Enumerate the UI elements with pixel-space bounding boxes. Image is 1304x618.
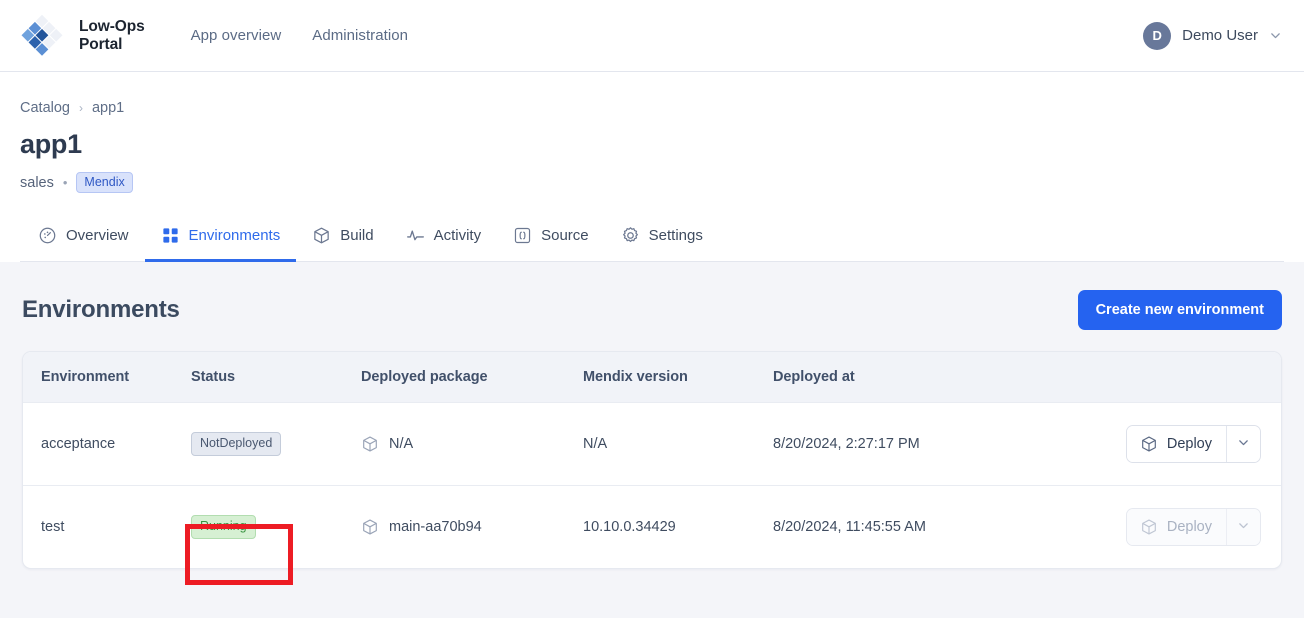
cell-mendix-version: 10.10.0.34429 [583, 485, 773, 568]
tab-environments[interactable]: Environments [144, 216, 297, 262]
deploy-button-group[interactable]: Deploy [1125, 425, 1261, 463]
cell-status: Running [191, 485, 361, 568]
tab-build[interactable]: Build [296, 216, 389, 262]
column-header-mendix-version: Mendix version [583, 369, 688, 385]
deploy-button-label: Deploy [1166, 436, 1212, 452]
tab-overview[interactable]: Overview [22, 216, 145, 262]
page-root: Low-Ops Portal App overview Administratio… [0, 0, 1304, 618]
nav-link-administration[interactable]: Administration [312, 27, 408, 44]
cell-actions: Deploy [1073, 485, 1281, 568]
environments-table: Environment Status Deployed package Mend… [23, 352, 1281, 568]
section-title: Environments [22, 296, 180, 323]
tab-build-label: Build [340, 227, 374, 244]
tab-environments-label: Environments [188, 227, 281, 244]
table-body: acceptance NotDeployed N/A N/A 8/20/2024… [23, 402, 1281, 568]
column-header-actions [1073, 352, 1281, 403]
table-header: Environment Status Deployed package Mend… [23, 352, 1281, 403]
nav-link-app-overview[interactable]: App overview [191, 27, 282, 44]
app-tabs: Overview Environments Build Activity Sou… [20, 216, 1284, 262]
tab-activity[interactable]: Activity [390, 216, 498, 262]
column-header-status: Status [191, 369, 236, 385]
top-navigation-bar: Low-Ops Portal App overview Administratio… [0, 0, 1304, 72]
cell-deployed-at: 8/20/2024, 2:27:17 PM [773, 402, 1073, 486]
chevron-down-icon [1237, 519, 1250, 536]
top-nav-links: App overview Administration [191, 27, 408, 44]
avatar: D [1143, 21, 1172, 50]
cell-deployed-package: N/A [361, 402, 583, 486]
package-icon [361, 518, 379, 536]
gauge-icon [38, 226, 57, 245]
package-icon [1140, 518, 1158, 536]
dot-separator: • [62, 175, 68, 190]
breadcrumb-catalog[interactable]: Catalog [20, 100, 70, 116]
brand-name: Low-Ops Portal [79, 18, 145, 54]
chevron-down-icon [1269, 29, 1282, 42]
tab-source-label: Source [541, 227, 589, 244]
breadcrumb-separator-icon: › [78, 101, 83, 115]
chevron-down-icon [1237, 436, 1250, 453]
deploy-button-label: Deploy [1166, 519, 1212, 535]
pulse-icon [406, 226, 425, 245]
tab-settings-label: Settings [648, 227, 703, 244]
gear-icon [621, 226, 640, 245]
grid-icon [161, 226, 180, 245]
package-icon [361, 435, 379, 453]
package-icon [1140, 435, 1158, 453]
cell-deployed-package: main-aa70b94 [361, 485, 583, 568]
table-row[interactable]: test Running main-aa70b94 10.10.0.34429 … [23, 485, 1281, 568]
deploy-dropdown-toggle[interactable] [1226, 426, 1260, 462]
brand-line-2: Portal [79, 35, 123, 53]
tab-activity-label: Activity [433, 227, 482, 244]
page-title: app1 [20, 129, 82, 159]
cell-status: NotDeployed [191, 402, 361, 486]
tab-overview-label: Overview [66, 227, 129, 244]
environments-table-card: Environment Status Deployed package Mend… [22, 351, 1282, 569]
column-header-environment: Environment [41, 369, 130, 385]
section-header: Environments Create new environment [22, 290, 1282, 330]
page-header: Catalog › app1 app1 sales • Mendix Overv… [0, 72, 1304, 262]
diamond-grid-logo-icon [18, 12, 66, 60]
page-subline: sales • Mendix [20, 172, 1284, 193]
app-owner-label: sales [20, 174, 54, 191]
deploy-button: Deploy [1126, 509, 1226, 545]
user-menu[interactable]: D Demo User [1143, 21, 1282, 50]
table-header-row: Environment Status Deployed package Mend… [23, 352, 1281, 403]
cell-deployed-at: 8/20/2024, 11:45:55 AM [773, 485, 1073, 568]
code-brackets-icon [513, 226, 532, 245]
deploy-dropdown-toggle [1226, 509, 1260, 545]
breadcrumb: Catalog › app1 [20, 100, 1284, 116]
breadcrumb-current: app1 [91, 100, 125, 116]
create-new-environment-button[interactable]: Create new environment [1077, 290, 1282, 330]
package-icon [312, 226, 331, 245]
status-badge: NotDeployed [191, 431, 282, 457]
package-name-label: N/A [389, 436, 414, 452]
tab-settings[interactable]: Settings [605, 216, 719, 262]
brand-logo-group[interactable]: Low-Ops Portal [18, 12, 145, 60]
cell-environment-name: test [23, 485, 191, 568]
brand-line-1: Low-Ops [79, 17, 145, 35]
deploy-button-group: Deploy [1125, 508, 1261, 546]
package-name-label: main-aa70b94 [389, 519, 482, 535]
cell-mendix-version: N/A [583, 402, 773, 486]
table-row[interactable]: acceptance NotDeployed N/A N/A 8/20/2024… [23, 402, 1281, 486]
column-header-deployed-at: Deployed at [773, 369, 855, 385]
main-content: Environments Create new environment Envi… [0, 262, 1304, 569]
tab-source[interactable]: Source [497, 216, 605, 262]
platform-chip-mendix: Mendix [76, 172, 133, 193]
cell-actions: Deploy [1073, 402, 1281, 486]
deploy-button[interactable]: Deploy [1126, 426, 1226, 462]
user-name-label: Demo User [1182, 27, 1258, 44]
cell-environment-name: acceptance [23, 402, 191, 486]
column-header-deployed-package: Deployed package [361, 369, 488, 385]
running-status-badge: Running [191, 514, 256, 540]
